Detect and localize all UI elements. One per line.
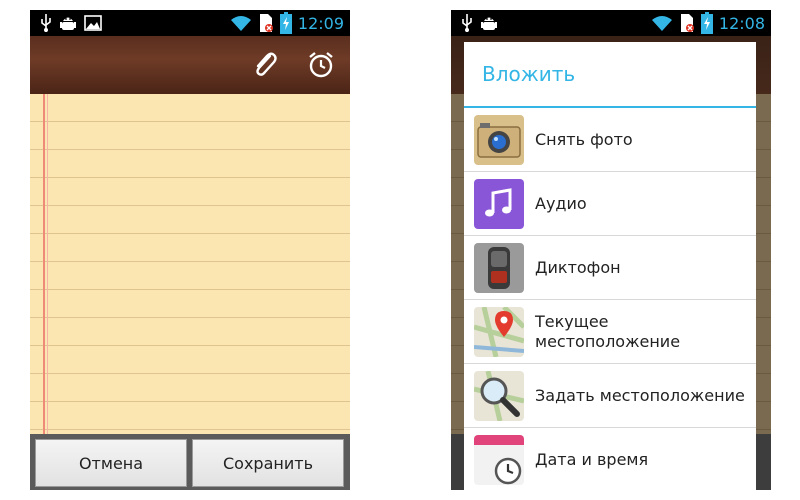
usb-icon xyxy=(461,14,473,32)
voice-recorder-icon xyxy=(474,242,524,293)
battery-charging-icon xyxy=(279,12,292,34)
menu-item-set-location[interactable]: Задать местоположение xyxy=(464,364,756,428)
menu-item-audio[interactable]: Аудио xyxy=(464,172,756,236)
menu-item-voice-recorder[interactable]: Диктофон xyxy=(464,236,756,300)
alarm-clock-icon[interactable] xyxy=(306,50,336,80)
usb-icon xyxy=(40,14,52,32)
calendar-clock-icon xyxy=(474,434,524,485)
camera-icon xyxy=(474,114,524,165)
status-bar: 12:09 xyxy=(30,10,350,36)
sim-missing-icon xyxy=(679,13,695,33)
paper-margin-line xyxy=(43,94,45,434)
menu-item-label: Снять фото xyxy=(535,129,633,149)
image-notification-icon xyxy=(84,15,102,31)
paperclip-icon[interactable] xyxy=(250,50,280,80)
cancel-button[interactable]: Отмена xyxy=(35,439,187,487)
status-time: 12:08 xyxy=(718,13,765,33)
battery-charging-icon xyxy=(700,12,713,34)
paper-margin-line xyxy=(47,94,48,434)
action-bar: Отмена Сохранить xyxy=(30,434,350,490)
notes-editor-screen: 12:09 Отмена Сохранить xyxy=(30,10,350,490)
attach-dialog: Вложить Снять фото Аудио Диктофон Текуще… xyxy=(464,42,756,490)
menu-item-take-photo[interactable]: Снять фото xyxy=(464,108,756,172)
menu-item-current-location[interactable]: Текущее местоположение xyxy=(464,300,756,364)
note-paper-area[interactable] xyxy=(30,94,350,434)
android-debug-icon xyxy=(60,14,76,32)
map-pin-icon xyxy=(474,306,524,357)
map-search-icon xyxy=(474,370,524,421)
menu-item-label: Диктофон xyxy=(535,257,621,277)
notes-toolbar xyxy=(30,36,350,94)
dialog-title: Вложить xyxy=(464,42,756,108)
save-button[interactable]: Сохранить xyxy=(192,439,344,487)
status-bar: 12:08 xyxy=(451,10,771,36)
menu-item-label: Дата и время xyxy=(535,449,649,469)
menu-item-label: Текущее местоположение xyxy=(535,311,681,351)
menu-item-label: Аудио xyxy=(535,193,587,213)
attach-dialog-screen: 12:08 Вложить Снять фото Аудио Диктофон xyxy=(451,10,771,490)
android-debug-icon xyxy=(481,14,497,32)
wifi-icon xyxy=(651,14,673,32)
sim-missing-icon xyxy=(258,13,274,33)
music-note-icon xyxy=(474,178,524,229)
wifi-icon xyxy=(230,14,252,32)
status-time: 12:09 xyxy=(297,13,344,33)
menu-item-date-time[interactable]: Дата и время xyxy=(464,428,756,490)
menu-item-label: Задать местоположение xyxy=(535,385,745,405)
